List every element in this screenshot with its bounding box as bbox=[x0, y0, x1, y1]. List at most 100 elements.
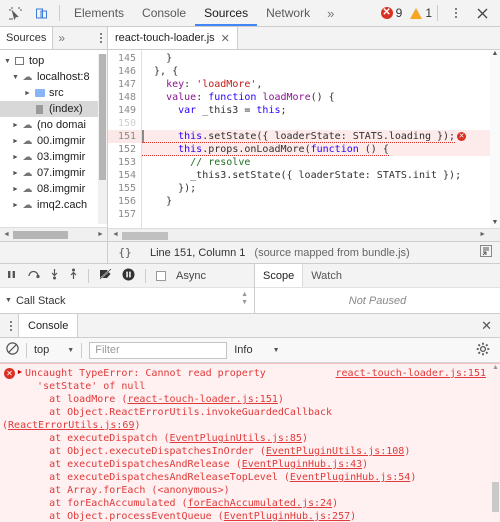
tree-item-index[interactable]: (index) bbox=[0, 101, 107, 117]
stepper-icon[interactable]: ▲ ▼ bbox=[241, 291, 248, 307]
tab-watch[interactable]: Watch bbox=[303, 264, 350, 287]
navigator-vertical-scrollbar[interactable] bbox=[98, 54, 107, 224]
scroll-right-icon[interactable]: ► bbox=[94, 231, 107, 238]
execution-context-selector[interactable]: top ▼ bbox=[34, 344, 74, 356]
code-editor[interactable]: 145 146 147 148 149 150 151 152 153 154 … bbox=[108, 50, 500, 228]
error-icon: ✕ bbox=[380, 7, 393, 19]
tree-item-top[interactable]: ▼ top bbox=[0, 53, 107, 69]
pause-resume-button[interactable] bbox=[6, 269, 17, 283]
more-tabs-icon[interactable]: » bbox=[319, 6, 342, 21]
device-toolbar-icon[interactable] bbox=[28, 1, 54, 25]
jump-to-icon[interactable] bbox=[480, 245, 492, 260]
pretty-print-button[interactable]: {} bbox=[108, 242, 142, 263]
kebab-menu-icon[interactable] bbox=[443, 1, 469, 25]
twisty-icon[interactable]: ► bbox=[10, 186, 21, 193]
step-into-button[interactable] bbox=[50, 268, 59, 283]
twisty-icon[interactable]: ▼ bbox=[10, 74, 21, 81]
tree-item-08-imgmir[interactable]: ► ☁ 08.imgmir bbox=[0, 181, 107, 197]
editor-tab-react-touch-loader[interactable]: react-touch-loader.js ✕ bbox=[108, 27, 238, 49]
stack-link[interactable]: react-touch-loader.js:151 bbox=[127, 394, 278, 405]
tree-item-label: 08.imgmir bbox=[37, 183, 86, 195]
call-stack-twisty-icon[interactable]: ▼ bbox=[5, 297, 12, 304]
stack-link[interactable]: EventPluginHub.js:257 bbox=[224, 511, 350, 522]
close-icon[interactable]: ✕ bbox=[221, 32, 230, 45]
call-stack-section[interactable]: ▼ Call Stack ▲ ▼ bbox=[0, 288, 254, 313]
stack-link[interactable]: ReactErrorUtils.js:69 bbox=[8, 420, 134, 431]
stack-link[interactable]: EventPluginUtils.js:108 bbox=[266, 446, 404, 457]
panel-tabs: Elements Console Sources Network » bbox=[65, 0, 342, 26]
editor-vertical-scrollbar[interactable]: ▲ ▼ bbox=[490, 50, 500, 228]
scroll-thumb[interactable] bbox=[492, 482, 499, 512]
tab-network[interactable]: Network bbox=[257, 0, 319, 26]
tree-item-imq2-cach[interactable]: ► ☁ imq2.cach bbox=[0, 197, 107, 213]
twisty-icon[interactable]: ► bbox=[10, 138, 21, 145]
step-out-button[interactable] bbox=[69, 268, 78, 283]
navigator-kebab-icon[interactable] bbox=[100, 33, 107, 43]
tab-console[interactable]: Console bbox=[133, 0, 195, 26]
twisty-icon[interactable]: ► bbox=[10, 154, 21, 161]
tree-item-no-domain[interactable]: ► ☁ (no domai bbox=[0, 117, 107, 133]
console-output[interactable]: ✕ ► Uncaught TypeError: Cannot read prop… bbox=[0, 363, 500, 522]
async-checkbox[interactable] bbox=[156, 270, 166, 281]
twisty-icon[interactable]: ► bbox=[10, 202, 21, 209]
tree-item-src[interactable]: ► src bbox=[0, 85, 107, 101]
tree-item-localhost[interactable]: ▼ ☁ localhost:8 bbox=[0, 69, 107, 85]
scope-watch-tabs: Scope Watch bbox=[255, 264, 500, 288]
twisty-icon[interactable]: ▼ bbox=[2, 58, 13, 65]
console-vertical-scrollbar[interactable]: ▲ bbox=[491, 364, 500, 522]
scroll-thumb[interactable] bbox=[122, 232, 168, 240]
scroll-up-icon[interactable]: ▲ bbox=[490, 50, 500, 57]
error-count-group[interactable]: ✕ 9 bbox=[380, 6, 402, 20]
tree-item-07-imgmir[interactable]: ► ☁ 07.imgmir bbox=[0, 165, 107, 181]
console-error-message[interactable]: ✕ ► Uncaught TypeError: Cannot read prop… bbox=[0, 364, 500, 522]
scroll-right-icon[interactable]: ► bbox=[479, 231, 486, 238]
pause-on-exceptions-button[interactable] bbox=[122, 268, 135, 284]
error-source-link[interactable]: react-touch-loader.js:151 bbox=[335, 368, 486, 379]
tree-item-00-imgmir[interactable]: ► ☁ 00.imgmir bbox=[0, 133, 107, 149]
tree-item-label: 07.imgmir bbox=[37, 167, 86, 179]
twisty-icon[interactable]: ► bbox=[10, 170, 21, 177]
warning-count-group[interactable]: 1 bbox=[410, 6, 432, 20]
console-filter-input[interactable]: Filter bbox=[89, 341, 228, 359]
tree-item-03-imgmir[interactable]: ► ☁ 03.imgmir bbox=[0, 149, 107, 165]
scroll-left-icon[interactable]: ◄ bbox=[112, 231, 119, 238]
inline-error-icon[interactable]: ✕ bbox=[457, 132, 467, 141]
twisty-icon[interactable]: ► bbox=[10, 122, 21, 129]
stack-link[interactable]: EventPluginHub.js:43 bbox=[242, 459, 362, 470]
scroll-up-icon[interactable]: ▲ bbox=[491, 364, 500, 371]
expand-triangle-icon[interactable]: ► bbox=[15, 369, 25, 376]
gear-icon[interactable] bbox=[476, 342, 494, 359]
inspect-cursor-icon[interactable] bbox=[2, 1, 28, 25]
debugger-left: Async ▼ Call Stack ▲ ▼ bbox=[0, 264, 255, 313]
stack-link[interactable]: EventPluginUtils.js:85 bbox=[170, 433, 302, 444]
debugger-strip: Async ▼ Call Stack ▲ ▼ Scope Watch Not Pa… bbox=[0, 264, 500, 314]
navigator-tab-sources[interactable]: Sources bbox=[0, 27, 54, 49]
drawer-tab-console[interactable]: Console bbox=[18, 314, 79, 337]
sources-panel: Sources » ▼ top ▼ ☁ localhost:8 ► src (i… bbox=[0, 27, 500, 242]
stack-link[interactable]: forEachAccumulated.js:24 bbox=[188, 498, 333, 509]
tab-sources[interactable]: Sources bbox=[195, 0, 257, 26]
scroll-thumb[interactable] bbox=[13, 231, 68, 239]
tab-elements[interactable]: Elements bbox=[65, 0, 133, 26]
twisty-icon[interactable]: ► bbox=[22, 90, 33, 97]
step-over-button[interactable] bbox=[27, 269, 40, 283]
scroll-left-icon[interactable]: ◄ bbox=[0, 231, 13, 238]
cloud-icon: ☁ bbox=[22, 119, 33, 131]
tab-scope[interactable]: Scope bbox=[255, 264, 304, 287]
log-level-selector[interactable]: Info ▼ bbox=[234, 344, 279, 356]
stack-link[interactable]: EventPluginHub.js:54 bbox=[290, 472, 410, 483]
stack-frame: at forEachAccumulated (forEachAccumulate… bbox=[25, 498, 339, 509]
navigator-more-icon[interactable]: » bbox=[53, 31, 70, 45]
tree-item-label: 03.imgmir bbox=[37, 151, 86, 163]
drawer-close-icon[interactable]: ✕ bbox=[473, 318, 500, 334]
navigator-horizontal-scrollbar[interactable]: ◄ ► bbox=[0, 227, 107, 241]
tree-item-label: src bbox=[49, 87, 64, 99]
line-number: 153 bbox=[117, 157, 136, 168]
deactivate-breakpoints-button[interactable] bbox=[99, 268, 112, 283]
clear-console-icon[interactable] bbox=[6, 342, 19, 358]
drawer-kebab-icon[interactable] bbox=[4, 320, 18, 331]
scroll-down-icon[interactable]: ▼ bbox=[490, 219, 500, 226]
close-icon[interactable] bbox=[469, 1, 495, 25]
code-content[interactable]: } }, { key: 'loadMore', value: function … bbox=[142, 50, 500, 228]
editor-horizontal-scrollbar[interactable]: ◄ ► bbox=[108, 228, 500, 241]
